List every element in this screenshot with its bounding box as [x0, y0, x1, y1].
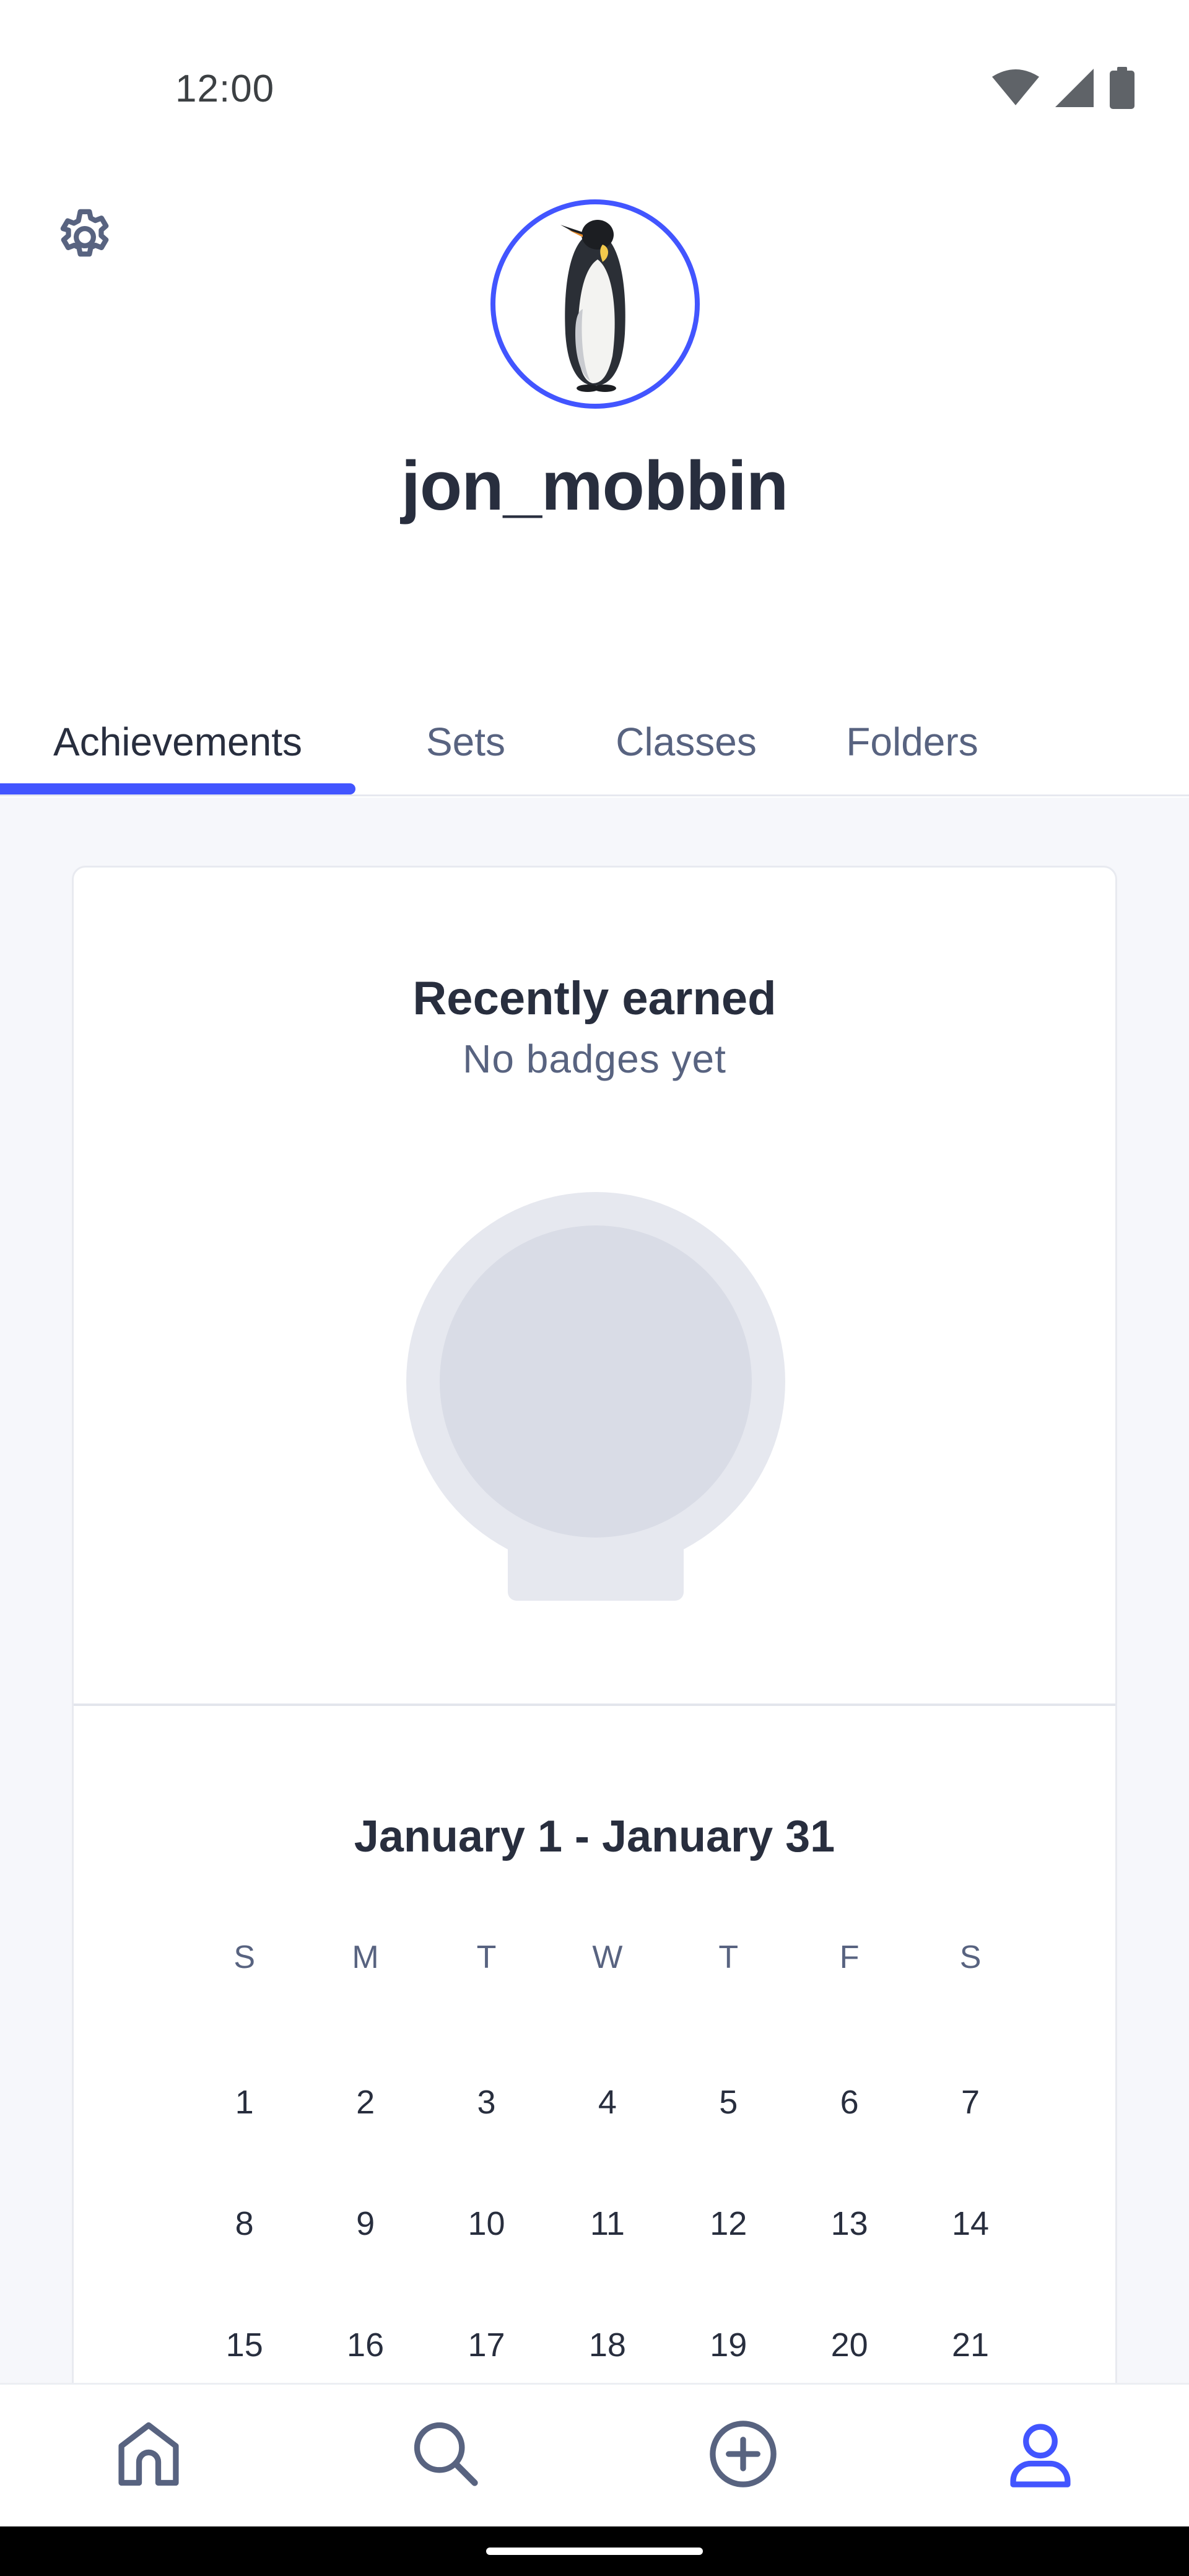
home-gesture-handle[interactable] — [486, 2548, 703, 2555]
calendar-day[interactable]: 13 — [789, 2163, 910, 2284]
calendar-day[interactable]: 1 — [184, 2042, 305, 2163]
calendar-day[interactable]: 6 — [789, 2042, 910, 2163]
badge-placeholder-icon — [406, 1192, 785, 1601]
active-tab-indicator — [0, 783, 355, 794]
weekday-label: S — [959, 1939, 982, 1975]
tab-folders[interactable]: Folders — [816, 687, 1008, 796]
settings-button[interactable] — [51, 204, 119, 272]
calendar-day[interactable]: 2 — [305, 2042, 425, 2163]
plus-circle-icon — [705, 2416, 782, 2496]
calendar-grid: S M T W T F S 1 2 3 4 5 6 7 8 9 10 11 12… — [184, 1920, 1031, 2406]
calendar-day[interactable]: 11 — [547, 2163, 668, 2284]
weekday-label: M — [352, 1939, 379, 1975]
calendar-day[interactable]: 8 — [184, 2163, 305, 2284]
recently-earned-subtitle: No badges yet — [463, 1037, 726, 1081]
bottom-navigation — [0, 2383, 1189, 2526]
weekday-label: T — [476, 1939, 497, 1975]
home-icon — [110, 2416, 187, 2496]
status-icons — [992, 66, 1135, 112]
status-time: 12:00 — [175, 67, 275, 110]
weekday-label: W — [592, 1939, 623, 1975]
nav-profile[interactable] — [966, 2394, 1115, 2518]
card-divider — [74, 1704, 1115, 1706]
calendar-day[interactable]: 14 — [910, 2163, 1030, 2284]
tab-classes[interactable]: Classes — [593, 687, 779, 796]
recently-earned-title: Recently earned — [412, 972, 777, 1025]
calendar-day[interactable]: 10 — [426, 2163, 547, 2284]
calendar-day[interactable]: 7 — [910, 2042, 1030, 2163]
tab-achievements[interactable]: Achievements — [0, 687, 355, 796]
weekday-label: F — [839, 1939, 860, 1975]
calendar-day[interactable]: 9 — [305, 2163, 425, 2284]
nav-home[interactable] — [74, 2394, 223, 2518]
calendar-day[interactable]: 5 — [668, 2042, 789, 2163]
avatar[interactable] — [490, 199, 700, 409]
calendar-title: January 1 - January 31 — [354, 1812, 835, 1861]
profile-tabs: Achievements Sets Classes Folders — [0, 687, 1189, 796]
nav-create[interactable] — [669, 2394, 817, 2518]
weekday-label: S — [233, 1939, 256, 1975]
nav-search[interactable] — [372, 2394, 520, 2518]
profile-screen: 12:00 jon_mobbin Achievements Sets Class… — [0, 0, 1189, 2576]
calendar-day[interactable]: 4 — [547, 2042, 668, 2163]
search-icon — [407, 2416, 484, 2496]
calendar-day[interactable]: 12 — [668, 2163, 789, 2284]
achievements-card: Recently earned No badges yet January 1 … — [72, 866, 1117, 2476]
battery-icon — [1110, 66, 1135, 112]
weekday-label: T — [718, 1939, 739, 1975]
penguin-avatar-icon — [533, 210, 657, 399]
status-bar: 12:00 — [0, 0, 1189, 149]
gear-icon — [53, 205, 117, 272]
cellular-signal-icon — [1055, 68, 1094, 110]
tab-sets[interactable]: Sets — [388, 687, 544, 796]
calendar-day[interactable]: 3 — [426, 2042, 547, 2163]
profile-icon — [1002, 2416, 1079, 2496]
username: jon_mobbin — [401, 447, 789, 524]
wifi-icon — [992, 69, 1039, 110]
